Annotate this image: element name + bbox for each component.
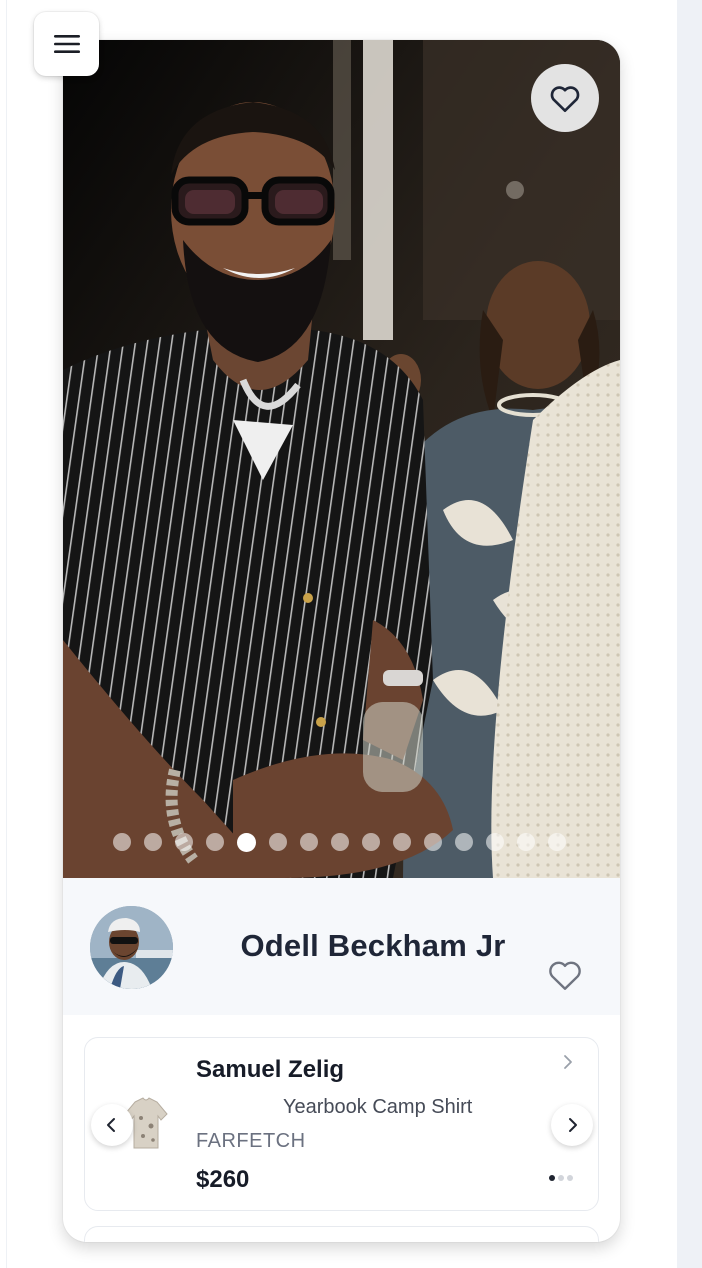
- pager-dot: [567, 1175, 573, 1181]
- product-detail-link[interactable]: [560, 1052, 576, 1072]
- celebrity-name: Odell Beckham Jr: [240, 928, 506, 963]
- carousel-dot[interactable]: [486, 833, 504, 851]
- look-card: Odell Beckham Jr Samuel Zelig Yearbook C…: [63, 40, 620, 1242]
- product-next-button[interactable]: [551, 1104, 593, 1146]
- carousel-dot[interactable]: [237, 832, 256, 852]
- carousel-dot[interactable]: [331, 833, 349, 851]
- profile-favorite-button[interactable]: [545, 954, 585, 994]
- carousel-dot[interactable]: [144, 833, 162, 851]
- chevron-left-icon: [107, 1118, 115, 1132]
- menu-button[interactable]: [34, 12, 99, 76]
- chevron-right-icon: [569, 1118, 577, 1132]
- carousel-dot[interactable]: [175, 833, 193, 851]
- product-brand: Samuel Zelig: [196, 1056, 345, 1083]
- product-name: Yearbook Camp Shirt: [283, 1096, 473, 1118]
- product-card[interactable]: Samuel Zelig Yearbook Camp Shirt FARFETC…: [84, 1037, 599, 1211]
- pager-dot: [549, 1175, 555, 1181]
- carousel-dot[interactable]: [206, 833, 224, 851]
- celebrity-profile: Odell Beckham Jr: [63, 878, 620, 1015]
- product-prev-button[interactable]: [91, 1104, 133, 1146]
- look-photo[interactable]: [63, 40, 620, 878]
- carousel-dot[interactable]: [300, 833, 318, 851]
- product-price: $260: [196, 1166, 250, 1193]
- photo-favorite-button[interactable]: [531, 64, 599, 132]
- chevron-right-icon: [564, 1055, 572, 1069]
- carousel-dot[interactable]: [548, 833, 566, 851]
- product-retailer: FARFETCH: [196, 1130, 306, 1152]
- carousel-dots: [113, 832, 566, 852]
- carousel-dot[interactable]: [362, 833, 380, 851]
- avatar-image: [90, 906, 173, 989]
- carousel-dot[interactable]: [113, 833, 131, 851]
- carousel-dot[interactable]: [393, 833, 411, 851]
- look-photo-image: [63, 40, 620, 878]
- heart-outline-icon: [549, 961, 581, 990]
- product-pager: [549, 1175, 573, 1181]
- carousel-dot[interactable]: [269, 833, 287, 851]
- avatar[interactable]: [90, 906, 173, 989]
- carousel-dot[interactable]: [424, 833, 442, 851]
- hamburger-icon: [53, 35, 80, 53]
- scrollbar-gutter: [677, 0, 702, 1268]
- heart-outline-icon: [550, 86, 580, 112]
- carousel-dot[interactable]: [517, 833, 535, 851]
- pager-dot: [558, 1175, 564, 1181]
- next-product-card[interactable]: [84, 1226, 599, 1242]
- carousel-dot[interactable]: [455, 833, 473, 851]
